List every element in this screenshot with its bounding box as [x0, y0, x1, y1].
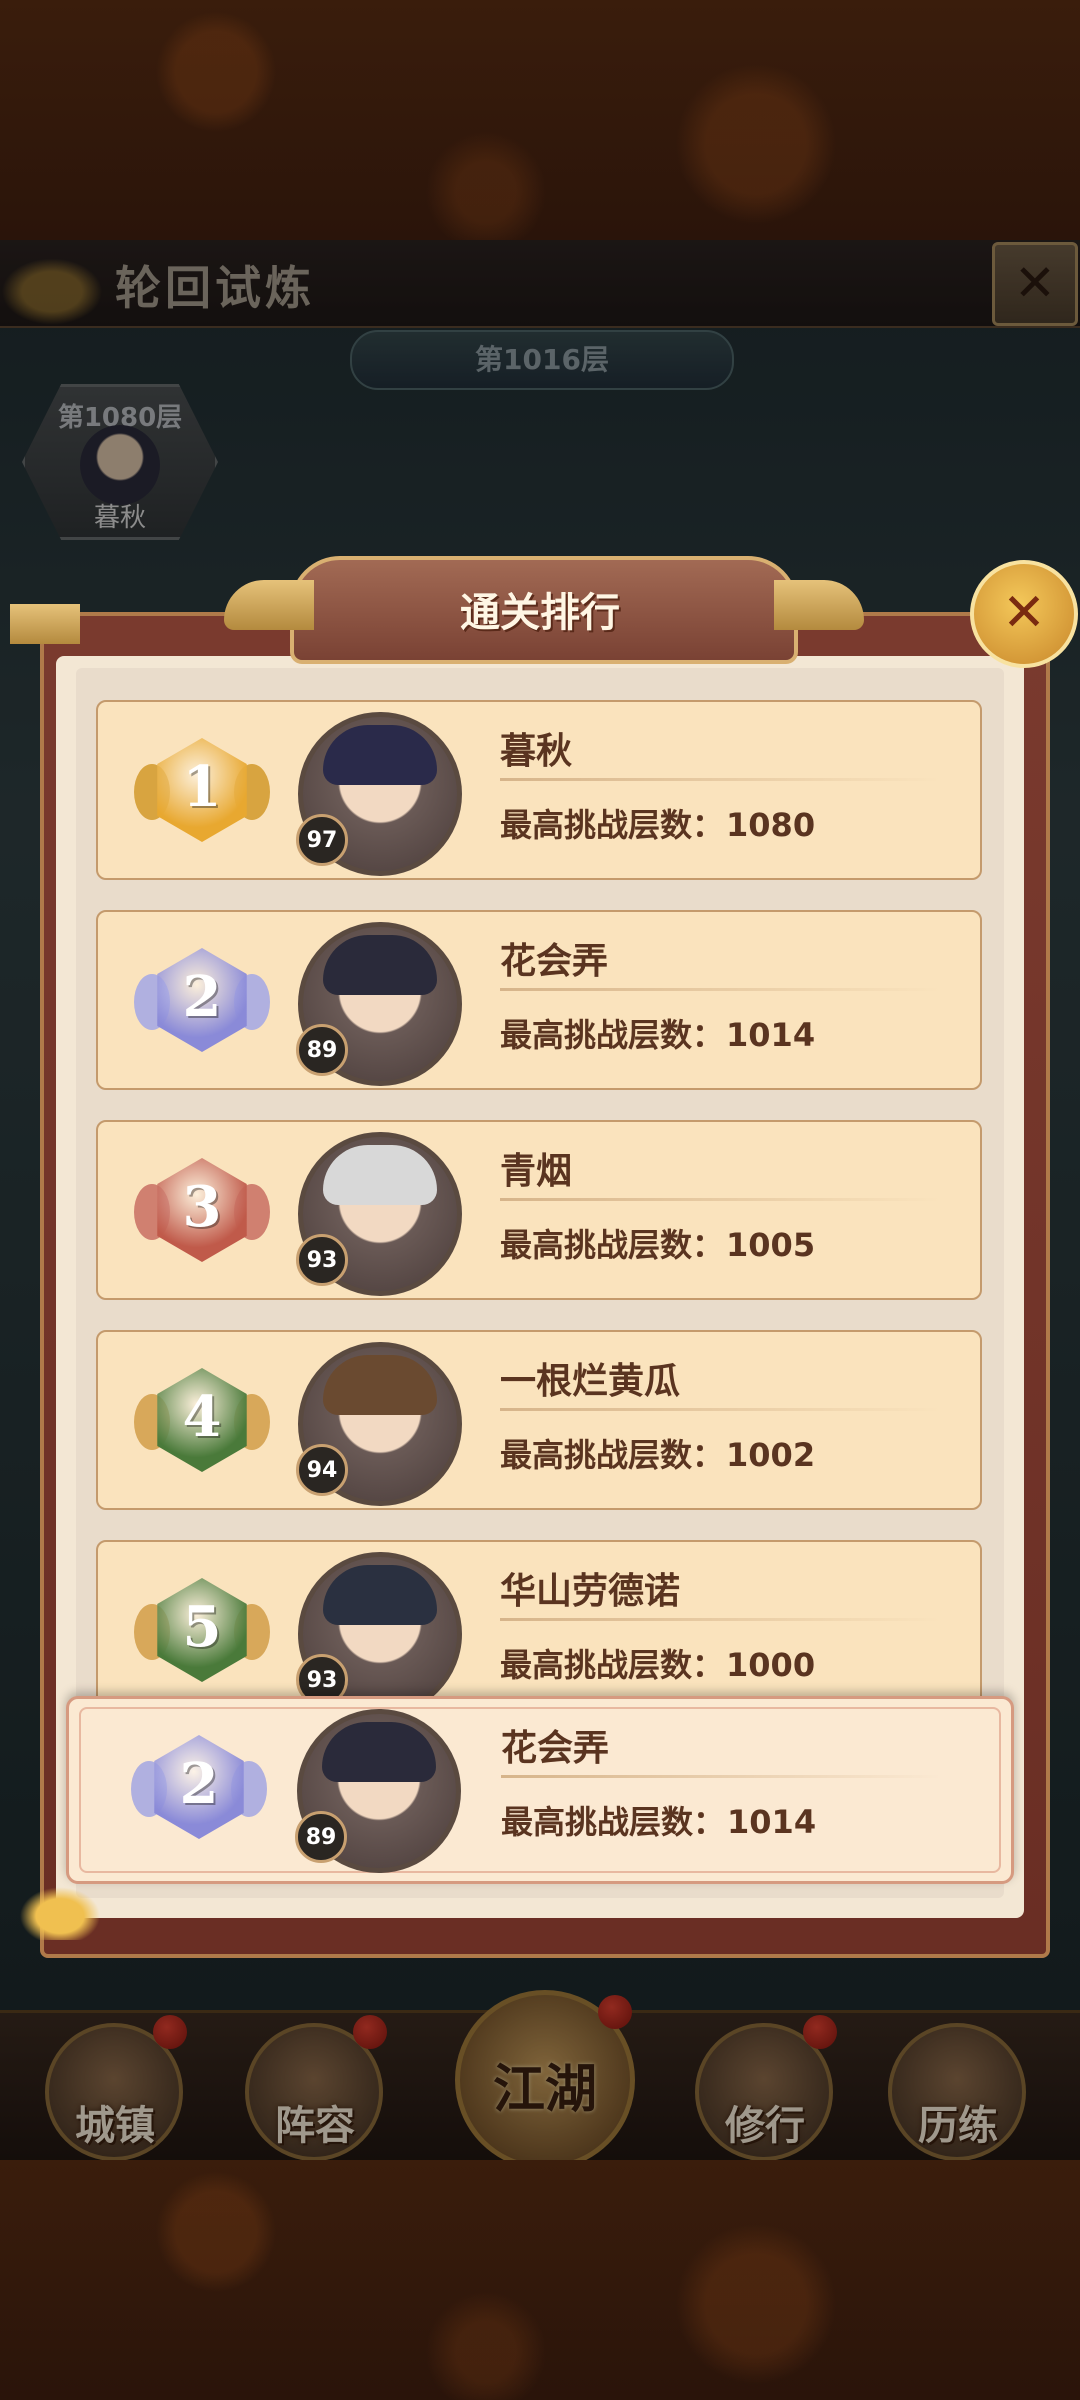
background-top	[0, 0, 1080, 240]
rank-medal-icon: 1	[132, 724, 272, 860]
rank-number: 5	[182, 1594, 222, 1660]
modal-close-button[interactable]: ✕	[970, 560, 1078, 668]
max-floor: 最高挑战层数：1014	[501, 1797, 816, 1843]
max-floor-value: 1002	[726, 1436, 816, 1474]
gold-cloud-icon	[10, 1880, 110, 1940]
ranking-row[interactable]: 2 89 花会弄 最高挑战层数：1014	[96, 910, 982, 1090]
rank-medal-icon: 2	[132, 934, 272, 1070]
rank-number: 1	[182, 754, 222, 820]
rank-number: 4	[182, 1384, 222, 1450]
divider	[501, 1775, 941, 1778]
max-floor-label: 最高挑战层数：	[501, 1803, 726, 1841]
player-name: 暮秋	[500, 731, 573, 772]
max-floor: 最高挑战层数：1014	[500, 1010, 815, 1056]
max-floor: 最高挑战层数：1002	[500, 1430, 815, 1476]
max-floor: 最高挑战层数：1000	[500, 1640, 815, 1686]
max-floor: 最高挑战层数：1005	[500, 1220, 815, 1266]
avatar-hair	[322, 1722, 436, 1782]
level-badge: 94	[296, 1444, 348, 1496]
max-floor-value: 1005	[726, 1226, 816, 1264]
my-ranking-row[interactable]: 2 89 花会弄 最高挑战层数：1014	[66, 1696, 1014, 1884]
max-floor-label: 最高挑战层数：	[500, 806, 725, 844]
divider	[500, 988, 940, 991]
avatar-hair	[323, 1565, 437, 1625]
player-name: 一根烂黄瓜	[500, 1361, 681, 1402]
rank-number: 2	[182, 964, 222, 1030]
rank-medal-icon: 5	[132, 1564, 272, 1696]
modal-title: 通关排行	[460, 590, 620, 636]
ranking-row[interactable]: 4 94 一根烂黄瓜 最高挑战层数：1002	[96, 1330, 982, 1510]
ranking-list[interactable]: 1 97 暮秋 最高挑战层数：1080 2 89 花会弄 最高挑战层数：1014…	[96, 698, 986, 1696]
corner-ornament-icon	[10, 604, 80, 644]
rank-number: 2	[179, 1751, 219, 1817]
avatar-hair	[323, 1355, 437, 1415]
max-floor-label: 最高挑战层数：	[500, 1646, 725, 1684]
max-floor-value: 1000	[726, 1646, 816, 1684]
player-name: 花会弄	[501, 1728, 610, 1769]
level-badge: 93	[296, 1234, 348, 1286]
max-floor-value: 1014	[727, 1803, 817, 1841]
rank-medal-icon: 2	[129, 1721, 269, 1857]
avatar-hair	[323, 725, 437, 785]
avatar-hair	[323, 935, 437, 995]
max-floor-value: 1080	[726, 806, 816, 844]
max-floor: 最高挑战层数：1080	[500, 800, 815, 846]
level-badge: 89	[295, 1811, 347, 1863]
max-floor-label: 最高挑战层数：	[500, 1226, 725, 1264]
player-name: 青烟	[500, 1151, 573, 1192]
ranking-row[interactable]: 5 93 华山劳德诺 最高挑战层数：1000	[96, 1540, 982, 1696]
max-floor-label: 最高挑战层数：	[500, 1436, 725, 1474]
background-bottom	[0, 2160, 1080, 2400]
level-badge: 97	[296, 814, 348, 866]
avatar-hair	[323, 1145, 437, 1205]
rank-medal-icon: 3	[132, 1144, 272, 1280]
divider	[500, 778, 940, 781]
rank-medal-icon: 4	[132, 1354, 272, 1490]
divider	[500, 1618, 940, 1621]
max-floor-value: 1014	[726, 1016, 816, 1054]
divider	[500, 1408, 940, 1411]
rank-number: 3	[182, 1174, 222, 1240]
ranking-row[interactable]: 3 93 青烟 最高挑战层数：1005	[96, 1120, 982, 1300]
ranking-row[interactable]: 1 97 暮秋 最高挑战层数：1080	[96, 700, 982, 880]
max-floor-label: 最高挑战层数：	[500, 1016, 725, 1054]
player-name: 花会弄	[500, 941, 609, 982]
level-badge: 89	[296, 1024, 348, 1076]
player-name: 华山劳德诺	[500, 1571, 681, 1612]
divider	[500, 1198, 940, 1201]
